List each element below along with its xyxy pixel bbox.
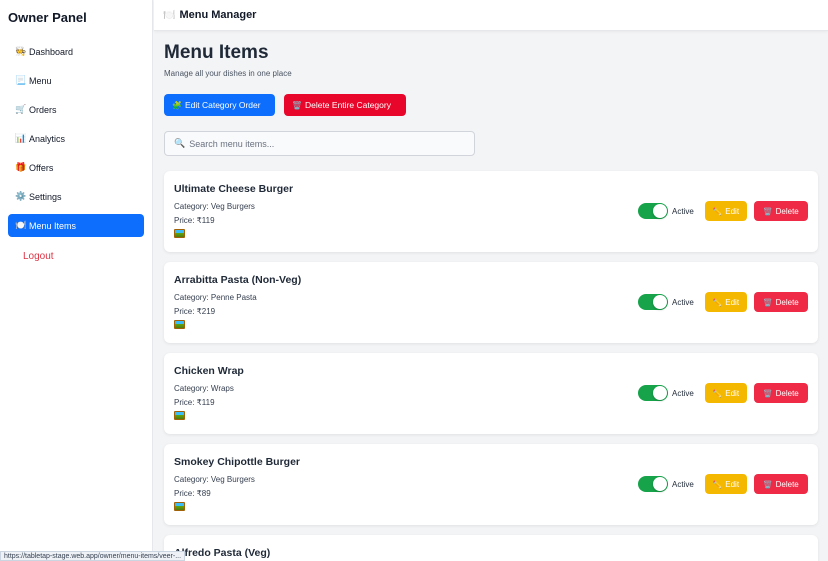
search-placeholder: Search menu items... — [189, 138, 275, 149]
chef-icon: 🧑‍🍳 — [15, 46, 27, 56]
logout-link[interactable]: Logout — [23, 251, 54, 262]
sidebar-item-menu[interactable]: 📃 Menu — [8, 69, 144, 92]
pencil-icon: ✏️ — [712, 388, 723, 398]
pencil-icon: ✏️ — [712, 297, 723, 307]
item-name: Chicken Wrap — [174, 365, 244, 377]
button-label: Delete — [775, 388, 799, 398]
topbar-title: Menu Manager — [179, 9, 257, 21]
status-label: Active — [672, 389, 694, 398]
plate-icon: 🍽️ — [15, 220, 27, 230]
menu-item-card: Arrabitta Pasta (Non-Veg) Category: Penn… — [164, 262, 818, 343]
search-icon: 🔍 — [174, 138, 186, 148]
topbar: 🍽️ Menu Manager — [154, 0, 828, 31]
sidebar-item-label: Offers — [29, 162, 54, 173]
trash-icon: 🗑️ — [763, 206, 773, 216]
sidebar-item-settings[interactable]: ⚙️ Settings — [8, 185, 144, 208]
item-category: Category: Veg Burgers — [174, 202, 255, 211]
status-label: Active — [672, 298, 694, 307]
edit-category-order-button[interactable]: 🧩 Edit Category Order — [164, 94, 275, 116]
item-price: Price: ₹89 — [174, 489, 211, 498]
sidebar-item-label: Menu — [29, 75, 52, 86]
delete-category-button[interactable]: 🗑️ Delete Entire Category — [284, 94, 406, 116]
item-name: Smokey Chipottle Burger — [174, 456, 301, 468]
brand-title: Owner Panel — [8, 10, 87, 25]
menu-item-card: Alfredo Pasta (Veg) — [164, 535, 818, 561]
bar-chart-icon: 📊 — [15, 133, 27, 143]
sidebar-item-dashboard[interactable]: 🧑‍🍳 Dashboard — [8, 40, 144, 63]
sidebar-item-analytics[interactable]: 📊 Analytics — [8, 127, 144, 150]
sidebar-item-label: Orders — [29, 104, 57, 115]
button-label: Delete — [775, 206, 799, 216]
item-name: Ultimate Cheese Burger — [174, 183, 294, 195]
link-status-url: https://tabletap-stage.web.app/owner/men… — [0, 551, 186, 561]
image-icon — [174, 502, 185, 511]
sidebar: Owner Panel 🧑‍🍳 Dashboard 📃 Menu 🛒 Order… — [0, 0, 153, 561]
sidebar-item-label: Analytics — [29, 133, 66, 144]
puzzle-icon: 🧩 — [172, 100, 182, 110]
button-label: Edit — [725, 479, 740, 489]
menu-item-card: Ultimate Cheese Burger Category: Veg Bur… — [164, 171, 818, 252]
status-label: Active — [672, 207, 694, 216]
sidebar-item-label: Dashboard — [29, 46, 74, 57]
active-toggle[interactable] — [638, 294, 668, 310]
cart-icon: 🛒 — [15, 104, 27, 114]
edit-button[interactable]: ✏️ Edit — [705, 201, 747, 221]
sidebar-item-offers[interactable]: 🎁 Offers — [8, 156, 144, 179]
sidebar-item-label: Settings — [29, 191, 62, 202]
edit-button[interactable]: ✏️ Edit — [705, 292, 747, 312]
page-title: Menu Items — [164, 42, 269, 63]
item-category: Category: Penne Pasta — [174, 293, 257, 302]
item-price: Price: ₹219 — [174, 307, 216, 316]
edit-button[interactable]: ✏️ Edit — [705, 383, 747, 403]
edit-button[interactable]: ✏️ Edit — [705, 474, 747, 494]
image-icon — [174, 320, 185, 329]
status-label: Active — [672, 480, 694, 489]
image-icon — [174, 229, 185, 238]
button-label: Edit Category Order — [184, 100, 261, 110]
trash-icon: 🗑️ — [763, 388, 773, 398]
active-toggle[interactable] — [638, 385, 668, 401]
plate-icon: 🍽️ — [163, 9, 176, 21]
delete-button[interactable]: 🗑️ Delete — [754, 201, 808, 221]
item-price: Price: ₹119 — [174, 216, 215, 225]
delete-button[interactable]: 🗑️ Delete — [754, 383, 808, 403]
item-name: Alfredo Pasta (Veg) — [174, 547, 271, 559]
pencil-icon: ✏️ — [712, 479, 723, 489]
delete-button[interactable]: 🗑️ Delete — [754, 474, 808, 494]
sidebar-item-label: Menu Items — [29, 220, 77, 231]
item-category: Category: Veg Burgers — [174, 475, 255, 484]
active-toggle[interactable] — [638, 476, 668, 492]
sidebar-nav: 🧑‍🍳 Dashboard 📃 Menu 🛒 Orders 📊 Analytic… — [8, 40, 144, 243]
sidebar-item-orders[interactable]: 🛒 Orders — [8, 98, 144, 121]
button-label: Edit — [725, 297, 740, 307]
document-icon: 📃 — [15, 75, 27, 85]
image-icon — [174, 411, 185, 420]
button-label: Delete Entire Category — [304, 100, 391, 110]
pencil-icon: ✏️ — [712, 206, 723, 216]
active-toggle[interactable] — [638, 203, 668, 219]
button-label: Edit — [725, 206, 740, 216]
delete-button[interactable]: 🗑️ Delete — [754, 292, 808, 312]
button-label: Delete — [775, 297, 799, 307]
menu-item-card: Chicken Wrap Category: Wraps Price: ₹119… — [164, 353, 818, 434]
trash-icon: 🗑️ — [763, 479, 773, 489]
item-name: Arrabitta Pasta (Non-Veg) — [174, 274, 302, 286]
search-input[interactable]: 🔍 Search menu items... — [164, 131, 475, 156]
menu-item-card: Smokey Chipottle Burger Category: Veg Bu… — [164, 444, 818, 525]
gear-icon: ⚙️ — [15, 191, 27, 201]
sidebar-item-menu-items[interactable]: 🍽️ Menu Items — [8, 214, 144, 237]
item-category: Category: Wraps — [174, 384, 234, 393]
item-price: Price: ₹119 — [174, 398, 215, 407]
trash-icon: 🗑️ — [292, 100, 302, 110]
page-subtitle: Manage all your dishes in one place — [164, 69, 292, 78]
button-label: Delete — [775, 479, 799, 489]
trash-icon: 🗑️ — [763, 297, 773, 307]
button-label: Edit — [725, 388, 740, 398]
gift-icon: 🎁 — [15, 162, 27, 172]
